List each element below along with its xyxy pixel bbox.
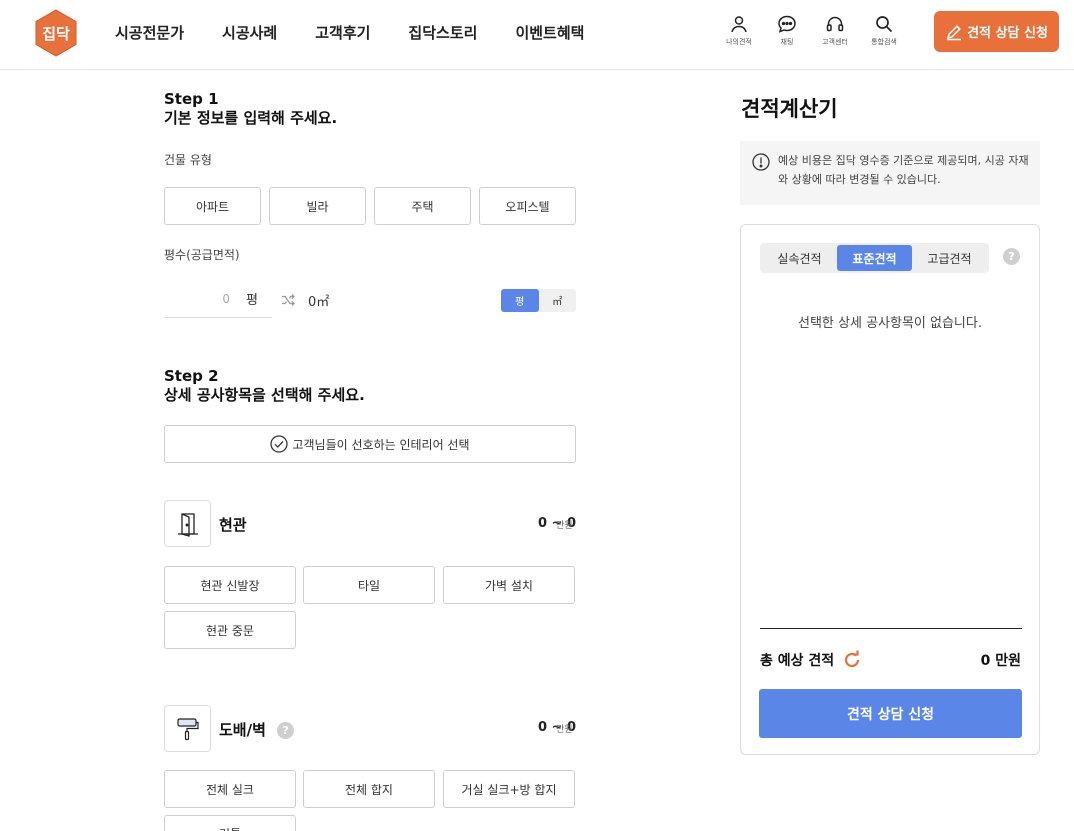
area-m2-value: 0㎡	[308, 295, 330, 310]
entrance-option-partition[interactable]: 가벽 설치	[443, 566, 575, 604]
area-value: 0	[222, 292, 230, 306]
door-icon	[177, 512, 198, 537]
unit-m2-option[interactable]: ㎡	[539, 289, 577, 312]
paint-roller-icon	[176, 717, 199, 740]
my-estimate-link[interactable]: 나의견적	[717, 14, 761, 47]
building-villa-button[interactable]: 빌라	[269, 187, 366, 225]
calculator-title: 견적계산기	[741, 97, 838, 121]
pen-icon	[946, 24, 962, 40]
step2-title: 상세 공사항목을 선택해 주세요.	[164, 386, 365, 404]
building-apartment-button[interactable]: 아파트	[164, 187, 261, 225]
search-link[interactable]: 통합검색	[862, 14, 906, 47]
customer-center-link[interactable]: 고객센터	[813, 14, 857, 47]
unit-toggle: 평 ㎡	[501, 289, 576, 312]
headset-icon	[826, 16, 844, 32]
top-header: 집닥 시공전문가 시공사례 고객후기 집닥스토리 이벤트혜택 나의견적 채팅 고…	[0, 0, 1074, 70]
wallpaper-option-curtain[interactable]: 커튼	[164, 815, 296, 831]
main-nav: 시공전문가 시공사례 고객후기 집닥스토리 이벤트혜택	[115, 0, 622, 64]
building-house-button[interactable]: 주택	[374, 187, 471, 225]
preference-select-button[interactable]: 고객님들이 선호하는 인테리어 선택	[164, 425, 576, 463]
wallpaper-category-unit: 만원	[556, 725, 573, 735]
tier-help-icon[interactable]: ?	[1003, 248, 1020, 265]
entrance-category-unit: 만원	[556, 521, 573, 531]
entrance-category-icon	[164, 500, 211, 547]
step1-number: Step 1	[164, 90, 219, 108]
total-divider	[760, 628, 1022, 629]
wallpaper-option-full-paper[interactable]: 전체 합지	[303, 770, 435, 808]
header-consult-button[interactable]: 견적 상담 신청	[934, 11, 1059, 52]
step1-title: 기본 정보를 입력해 주세요.	[164, 109, 338, 127]
entrance-option-shoe-cabinet[interactable]: 현관 신발장	[164, 566, 296, 604]
entrance-option-middle-door[interactable]: 현관 중문	[164, 611, 296, 649]
tab-standard[interactable]: 표준견적	[837, 245, 912, 271]
nav-events[interactable]: 이벤트혜택	[515, 22, 584, 43]
wallpaper-option-mixed[interactable]: 거실 실크+방 합지	[443, 770, 575, 808]
svg-text:집닥: 집닥	[42, 25, 70, 43]
person-icon	[731, 16, 747, 33]
nav-reviews[interactable]: 고객후기	[315, 22, 370, 43]
total-estimate-value: 0 만원	[980, 653, 1021, 669]
consult-request-button[interactable]: 견적 상담 신청	[759, 689, 1022, 738]
nav-experts[interactable]: 시공전문가	[115, 22, 184, 43]
entrance-option-tile[interactable]: 타일	[303, 566, 435, 604]
building-type-label: 건물 유형	[164, 153, 212, 167]
help-icon[interactable]: ?	[277, 722, 295, 739]
info-icon	[752, 153, 770, 171]
search-icon	[876, 16, 893, 33]
wallpaper-option-full-silk[interactable]: 전체 실크	[164, 770, 296, 808]
step2-heading: Step 2 상세 공사항목을 선택해 주세요.	[164, 367, 365, 405]
wallpaper-category-name: 도배/벽 ?	[219, 719, 295, 740]
chat-icon	[778, 15, 796, 33]
area-label: 평수(공급면적)	[164, 248, 240, 262]
nav-story[interactable]: 집닥스토리	[408, 22, 477, 43]
step2-number: Step 2	[164, 367, 219, 385]
chat-link[interactable]: 채팅	[765, 14, 809, 47]
tab-economy[interactable]: 실속견적	[762, 245, 837, 271]
step1-heading: Step 1 기본 정보를 입력해 주세요.	[164, 90, 337, 128]
area-unit: 평	[246, 293, 258, 308]
wallpaper-category-icon	[164, 705, 211, 752]
nav-cases[interactable]: 시공사례	[222, 22, 277, 43]
calculator-card: 실속견적 표준견적 고급견적 ? 선택한 상세 공사항목이 없습니다. 총 예상…	[740, 224, 1040, 755]
building-officetel-button[interactable]: 오피스텔	[479, 187, 576, 225]
zipdoc-logo[interactable]: 집닥	[34, 9, 78, 57]
empty-selection-text: 선택한 상세 공사항목이 없습니다.	[798, 316, 982, 331]
check-circle-icon	[270, 435, 289, 453]
entrance-category-name: 현관	[219, 516, 247, 534]
tab-premium[interactable]: 고급견적	[912, 245, 987, 271]
total-estimate-label: 총 예상 견적	[760, 650, 862, 670]
unit-pyeong-option[interactable]: 평	[501, 289, 539, 312]
area-input[interactable]: 0 평	[164, 286, 272, 318]
refresh-icon[interactable]	[842, 650, 862, 670]
calculator-notice: 예상 비용은 집닥 영수증 기준으로 제공되며, 시공 자재와 상황에 따라 변…	[740, 141, 1040, 205]
estimate-tier-tabs: 실속견적 표준견적 고급견적	[760, 243, 989, 273]
swap-icon	[282, 294, 295, 306]
